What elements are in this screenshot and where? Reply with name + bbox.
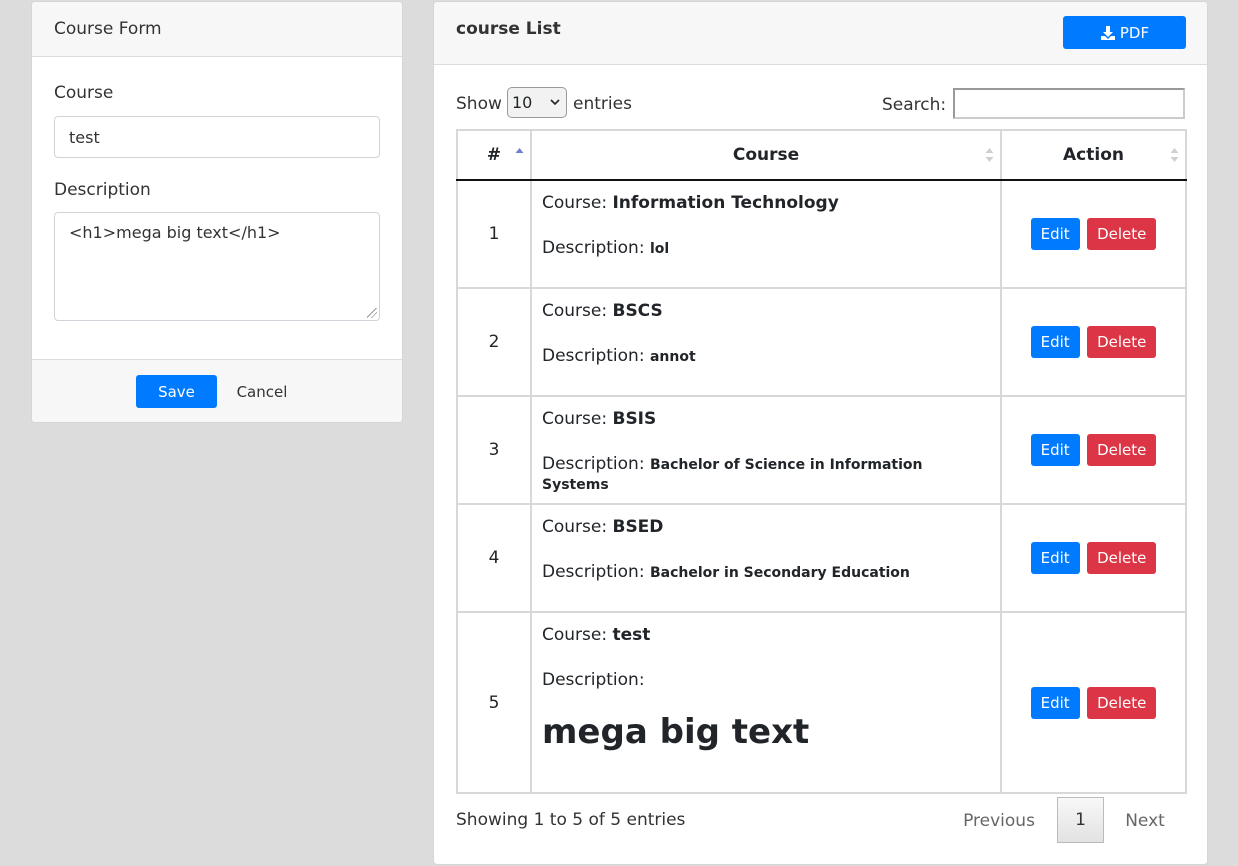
description-prefix: Description: [542, 454, 645, 474]
column-header-action-label: Action [1063, 145, 1124, 165]
description-label: Description [54, 180, 151, 200]
description-value: lol [649, 241, 670, 257]
delete-button[interactable]: Delete [1087, 434, 1157, 466]
table-row: 5 Course: test Description: mega big tex… [456, 611, 1187, 794]
description-prefix: Description: [542, 238, 645, 258]
course-name: Information Technology [612, 193, 839, 213]
course-cell: Course: Information Technology Descripti… [530, 179, 1002, 289]
cancel-button[interactable]: Cancel [228, 375, 296, 408]
sort-ascending-icon [515, 148, 524, 153]
column-header-course-label: Course [732, 145, 800, 165]
edit-button[interactable]: Edit [1030, 218, 1080, 250]
delete-button[interactable]: Delete [1087, 542, 1157, 574]
sort-both-icon [1170, 148, 1179, 162]
action-cell: Edit Delete [1000, 287, 1187, 397]
save-button[interactable]: Save [136, 375, 217, 408]
show-label: Show [456, 94, 502, 114]
pdf-button[interactable]: PDF [1063, 16, 1186, 49]
chevron-down-icon [550, 99, 560, 106]
course-prefix: Course: [542, 409, 608, 429]
delete-button[interactable]: Delete [1087, 686, 1157, 719]
course-cell: Course: BSED Description: Bachelor in Se… [530, 503, 1002, 613]
search-label: Search: [882, 95, 947, 115]
column-header-action[interactable]: Action [1000, 129, 1187, 181]
table-row: 1 Course: Information Technology Descrip… [456, 179, 1187, 289]
course-cell: Course: BSIS Description: Bachelor of Sc… [530, 395, 1002, 505]
course-name: test [612, 625, 651, 645]
entries-select[interactable]: 10 [507, 87, 567, 118]
row-number: 4 [456, 503, 532, 613]
row-number: 5 [456, 611, 532, 794]
course-table: # Course Action 1 Course: Information Te… [456, 129, 1187, 794]
download-icon [1100, 25, 1115, 40]
course-name: BSIS [612, 409, 657, 429]
edit-button[interactable]: Edit [1030, 686, 1080, 719]
course-cell: Course: BSCS Description: annot [530, 287, 1002, 397]
edit-button[interactable]: Edit [1030, 542, 1080, 574]
pdf-button-label: PDF [1119, 23, 1150, 42]
table-row: 2 Course: BSCS Description: annot Edit D… [456, 287, 1187, 397]
edit-button[interactable]: Edit [1030, 326, 1080, 358]
sort-both-icon [985, 148, 994, 162]
column-header-number-label: # [486, 145, 502, 165]
course-form-footer: Save Cancel [32, 359, 402, 422]
description-rendered-heading: mega big text [542, 712, 810, 752]
course-list-title: course List [456, 19, 561, 39]
row-number: 2 [456, 287, 532, 397]
description-value: Bachelor in Secondary Education [649, 565, 910, 581]
description-textarea[interactable]: <h1>mega big text</h1> [54, 212, 380, 321]
course-form-title: Course Form [54, 19, 162, 39]
search-input[interactable] [953, 88, 1185, 119]
course-cell: Course: test Description: mega big text [530, 611, 1002, 794]
column-header-course[interactable]: Course [530, 129, 1002, 181]
delete-button[interactable]: Delete [1087, 218, 1157, 250]
entries-select-value: 10 [512, 93, 533, 112]
action-cell: Edit Delete [1000, 179, 1187, 289]
course-name: BSCS [612, 301, 663, 321]
description-prefix: Description: [542, 670, 645, 690]
course-prefix: Course: [542, 625, 608, 645]
course-list-header: course List PDF [434, 2, 1207, 65]
course-prefix: Course: [542, 301, 608, 321]
resize-grip-icon[interactable] [367, 308, 377, 318]
row-number: 1 [456, 179, 532, 289]
course-input[interactable] [54, 116, 380, 158]
course-prefix: Course: [542, 517, 608, 537]
table-row: 3 Course: BSIS Description: Bachelor of … [456, 395, 1187, 505]
edit-button[interactable]: Edit [1030, 434, 1080, 466]
description-value: annot [649, 349, 696, 365]
column-header-number[interactable]: # [456, 129, 532, 181]
course-prefix: Course: [542, 193, 608, 213]
action-cell: Edit Delete [1000, 611, 1187, 794]
table-info: Showing 1 to 5 of 5 entries [456, 810, 686, 830]
course-list-card: course List PDF Show 10 entries Search: … [433, 1, 1208, 865]
description-prefix: Description: [542, 346, 645, 366]
course-form-header: Course Form [32, 2, 402, 57]
next-page-button[interactable]: Next [1110, 798, 1180, 843]
table-header-row: # Course Action [456, 129, 1187, 181]
table-row: 4 Course: BSED Description: Bachelor in … [456, 503, 1187, 613]
action-cell: Edit Delete [1000, 503, 1187, 613]
delete-button[interactable]: Delete [1087, 326, 1157, 358]
course-label: Course [54, 83, 114, 103]
description-prefix: Description: [542, 562, 645, 582]
previous-page-button[interactable]: Previous [949, 798, 1049, 843]
action-cell: Edit Delete [1000, 395, 1187, 505]
description-textarea-value: <h1>mega big text</h1> [69, 223, 281, 242]
entries-label: entries [573, 94, 632, 114]
page-1-button[interactable]: 1 [1057, 797, 1104, 843]
row-number: 3 [456, 395, 532, 505]
course-form-card: Course Form Course Description <h1>mega … [31, 1, 403, 423]
course-name: BSED [612, 517, 664, 537]
